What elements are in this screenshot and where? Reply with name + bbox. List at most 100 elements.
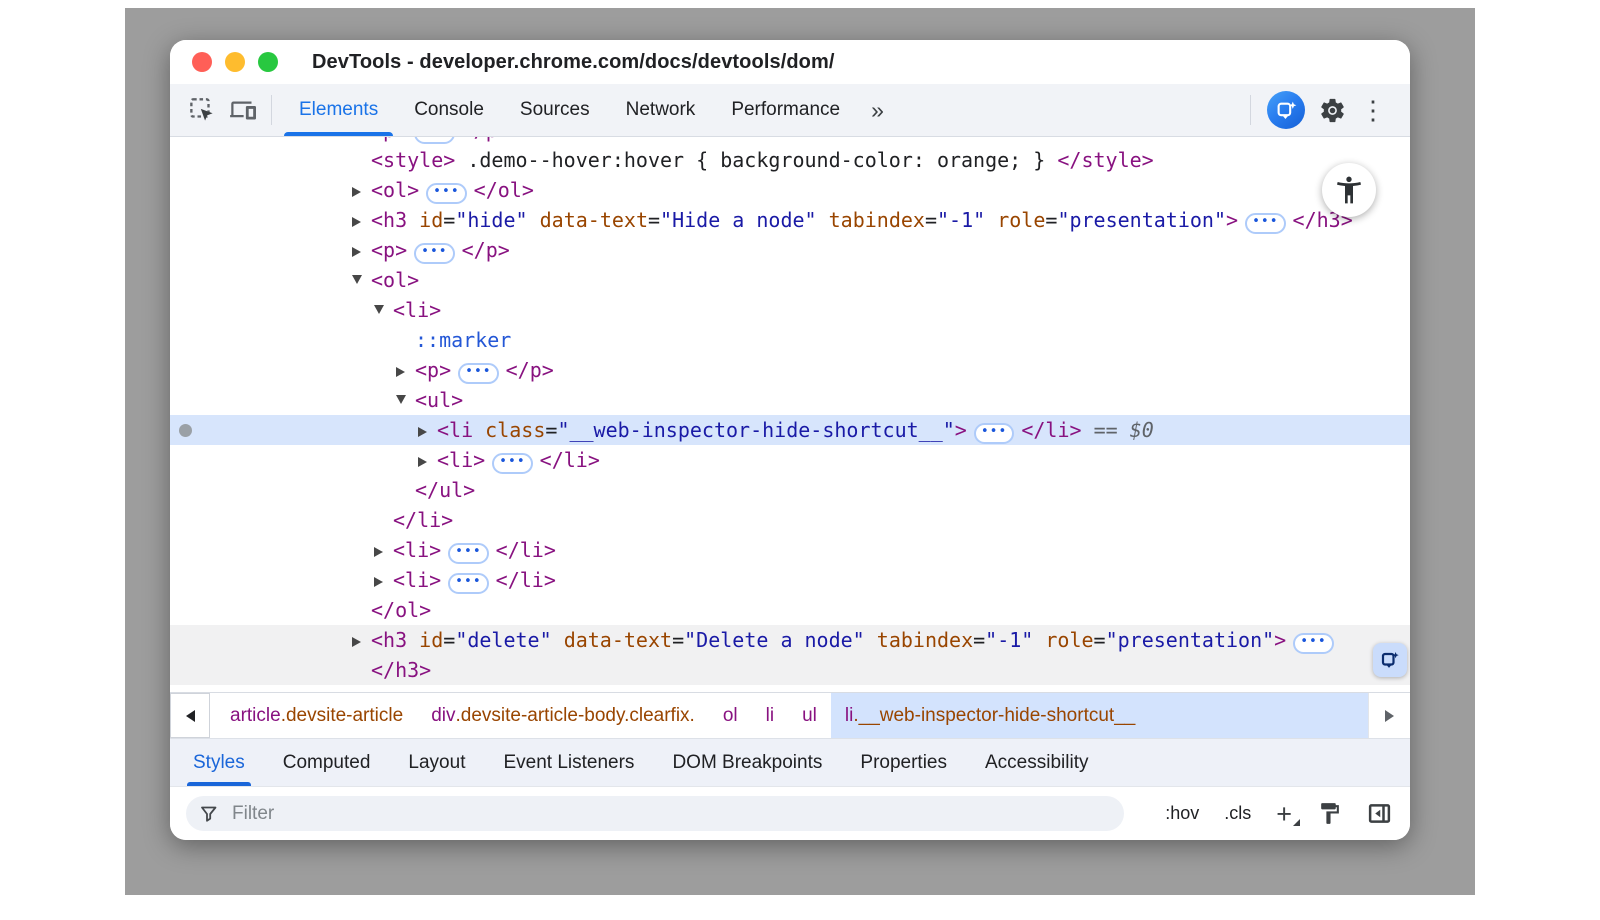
expand-arrow-icon[interactable]	[352, 685, 371, 692]
zoom-window-button[interactable]	[258, 52, 278, 72]
collapse-arrow-icon[interactable]	[352, 265, 371, 295]
expand-arrow-icon[interactable]	[352, 235, 371, 265]
toggle-sidebar-button[interactable]	[1367, 801, 1392, 826]
token-equals: =	[648, 208, 660, 232]
tab-properties[interactable]: Properties	[841, 739, 966, 786]
ellipsis-expand-button[interactable]: •••	[1245, 213, 1285, 234]
token-text: .demo--hover:hover { background-color: o…	[455, 148, 1057, 172]
settings-button[interactable]	[1312, 90, 1352, 130]
tab-dom-breakpoints[interactable]: DOM Breakpoints	[653, 739, 841, 786]
style-filter-field[interactable]	[186, 796, 1124, 831]
expand-arrow-icon[interactable]	[352, 137, 371, 145]
tab-console[interactable]: Console	[396, 84, 502, 136]
accessibility-overlay-button[interactable]	[1322, 163, 1376, 217]
dom-tree-row[interactable]: <li>	[170, 295, 1410, 325]
expand-arrow-icon[interactable]	[396, 355, 415, 385]
toggle-device-toolbar-button[interactable]	[222, 90, 262, 130]
token-dollar: $0	[1130, 418, 1154, 442]
tab-accessibility[interactable]: Accessibility	[966, 739, 1107, 786]
token-equals: =	[443, 628, 455, 652]
expand-arrow-icon[interactable]	[374, 565, 393, 595]
expand-arrow-icon[interactable]	[352, 205, 371, 235]
collapse-arrow-icon[interactable]	[374, 295, 393, 325]
element-classes-button[interactable]: .cls	[1224, 803, 1251, 824]
breadcrumb-item-ul[interactable]: ul	[788, 693, 831, 738]
dom-tree-row[interactable]: <ol>	[170, 265, 1410, 295]
dom-tree-row[interactable]: <li>•••</li>	[170, 565, 1410, 595]
token-tag: <li>	[437, 448, 485, 472]
breadcrumb-item-li-web-inspector-hide-shortcut-[interactable]: li.__web-inspector-hide-shortcut__	[831, 693, 1368, 738]
dom-tree-row[interactable]: </li>	[170, 505, 1410, 535]
dom-tree-row[interactable]: <li>•••</li>	[170, 445, 1410, 475]
window-title: DevTools - developer.chrome.com/docs/dev…	[312, 51, 835, 74]
dom-tree-row[interactable]: <h3 id="delete" data-text="Delete a node…	[170, 625, 1410, 655]
token-tag: >	[1226, 208, 1238, 232]
inspect-element-button[interactable]	[182, 90, 222, 130]
tab-sources[interactable]: Sources	[502, 84, 608, 136]
minimize-window-button[interactable]	[225, 52, 245, 72]
ellipsis-expand-button[interactable]: •••	[414, 243, 454, 264]
breadcrumb-tag: li	[845, 705, 853, 727]
tab-network[interactable]: Network	[608, 84, 714, 136]
ellipsis-expand-button[interactable]: •••	[1293, 633, 1333, 654]
token-attribute-value: "-1"	[985, 628, 1033, 652]
dom-tree-row[interactable]: </ul>	[170, 475, 1410, 505]
token-tag: <p>	[371, 238, 407, 262]
ellipsis-expand-button[interactable]: •••	[448, 573, 488, 594]
breadcrumb-item-article-devsite-article[interactable]: article.devsite-article	[216, 693, 417, 738]
style-filter-input[interactable]	[230, 802, 1111, 826]
dom-tree-row[interactable]: <ul>	[170, 385, 1410, 415]
rendering-emulations-button[interactable]	[1317, 801, 1342, 826]
ellipsis-expand-button[interactable]: •••	[458, 363, 498, 384]
tab-styles[interactable]: Styles	[174, 739, 264, 786]
dom-tree-row[interactable]: <h3 id="hide" data-text="Hide a node" ta…	[170, 205, 1410, 235]
ellipsis-expand-button[interactable]: •••	[448, 543, 488, 564]
tab-elements[interactable]: Elements	[281, 84, 396, 136]
token-equals: =	[925, 208, 937, 232]
toggle-element-state-button[interactable]: :hov	[1165, 803, 1199, 824]
ellipsis-expand-button[interactable]: •••	[492, 453, 532, 474]
token-attribute-name: class	[485, 418, 545, 442]
breadcrumb-item-li[interactable]: li	[752, 693, 788, 738]
breadcrumb-item-ol[interactable]: ol	[709, 693, 752, 738]
dom-tree-row[interactable]: ::marker	[170, 325, 1410, 355]
tab-computed[interactable]: Computed	[264, 739, 390, 786]
token-attribute-name: role	[997, 208, 1045, 232]
collapse-arrow-icon[interactable]	[396, 385, 415, 415]
dom-tree-row[interactable]: <p>•••</p>	[170, 685, 1410, 692]
styles-filter-toolbar: :hov .cls +	[170, 786, 1410, 840]
expand-arrow-icon[interactable]	[374, 535, 393, 565]
dom-tree-row[interactable]: </h3>	[170, 655, 1410, 685]
dom-tree-row[interactable]: <ol>•••</ol>	[170, 175, 1410, 205]
dom-tree-row[interactable]: <p>•••</p>	[170, 235, 1410, 265]
close-window-button[interactable]	[192, 52, 212, 72]
more-tabs-button[interactable]: »	[858, 97, 897, 124]
ellipsis-expand-button[interactable]: •••	[974, 423, 1014, 444]
dom-tree-row[interactable]: <li class="__web-inspector-hide-shortcut…	[170, 415, 1410, 445]
ellipsis-expand-button[interactable]: •••	[426, 183, 466, 204]
breadcrumb-item-div-devsite-article-body-clearfix-[interactable]: div.devsite-article-body.clearfix.	[417, 693, 709, 738]
new-style-rule-button[interactable]: +	[1276, 803, 1292, 825]
token-attribute-name: data-text	[540, 208, 648, 232]
ellipsis-expand-button[interactable]: •••	[414, 137, 454, 144]
dom-tree-row[interactable]: </ol>	[170, 595, 1410, 625]
tab-layout[interactable]: Layout	[389, 739, 484, 786]
customize-devtools-button[interactable]: ⋮	[1352, 97, 1394, 123]
expand-arrow-icon[interactable]	[352, 175, 371, 205]
tab-performance[interactable]: Performance	[713, 84, 858, 136]
breadcrumb-scroll-left-button[interactable]	[170, 693, 210, 738]
expand-arrow-icon[interactable]	[418, 445, 437, 475]
expand-arrow-icon[interactable]	[418, 415, 437, 445]
breadcrumb-tag: div	[431, 705, 455, 727]
ai-assistance-button[interactable]	[1267, 91, 1305, 129]
token-tag: </ol>	[474, 178, 534, 202]
dom-tree-row[interactable]: <li>•••</li>	[170, 535, 1410, 565]
ai-node-adorner-button[interactable]	[1373, 643, 1407, 677]
token-tag: <style>	[371, 148, 455, 172]
breadcrumb-scroll-right-button[interactable]	[1368, 693, 1410, 738]
dom-tree-row[interactable]: <style> .demo--hover:hover { background-…	[170, 145, 1410, 175]
tab-event-listeners[interactable]: Event Listeners	[484, 739, 653, 786]
dom-tree-row[interactable]: <p>•••</p>	[170, 355, 1410, 385]
dom-tree-row[interactable]: <p>•••</p>	[170, 137, 1410, 145]
expand-arrow-icon[interactable]	[352, 625, 371, 655]
